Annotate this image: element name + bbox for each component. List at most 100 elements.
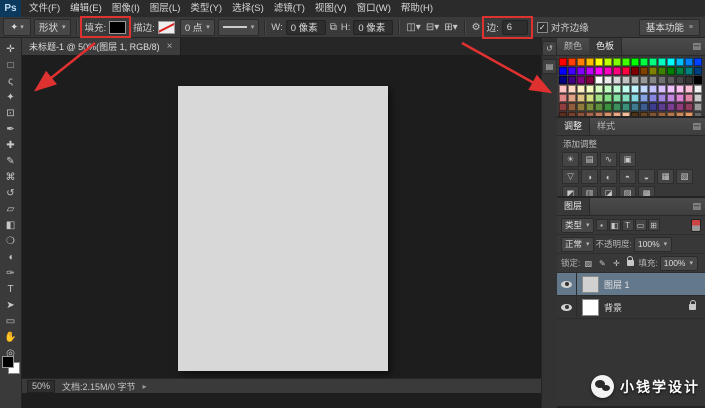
tool-move[interactable]: ✛ <box>1 41 21 57</box>
swatch[interactable] <box>586 85 594 93</box>
adjustment-vibrance-icon[interactable]: ▽ <box>562 169 579 184</box>
swatch[interactable] <box>658 67 666 75</box>
tool-path-selection[interactable]: ➤ <box>1 297 21 313</box>
tool-rectangle-shape[interactable]: ▭ <box>1 313 21 329</box>
tool-crop[interactable]: ⊡ <box>1 105 21 121</box>
adjustment-channel-mixer-icon[interactable]: ▦ <box>657 169 674 184</box>
lock-all-icon[interactable] <box>624 256 636 269</box>
swatch[interactable] <box>631 85 639 93</box>
layer-filter-kind-dropdown[interactable]: 类型 ▾ <box>561 217 594 233</box>
swatch[interactable] <box>640 76 648 84</box>
swatch[interactable] <box>577 76 585 84</box>
photoshop-logo[interactable]: Ps <box>0 0 21 17</box>
path-alignment-icon[interactable]: ⊟▾ <box>425 22 440 33</box>
collapsed-properties-panel-icon[interactable]: ▤ <box>542 59 557 74</box>
tab-adjustments[interactable]: 调整 <box>557 118 591 135</box>
swatch[interactable] <box>676 58 684 66</box>
swatch[interactable] <box>577 103 585 111</box>
height-field[interactable]: 0 像素 <box>353 19 394 35</box>
adjustment-exposure-icon[interactable]: ▣ <box>619 152 636 167</box>
adjustment-posterize-icon[interactable]: ▥ <box>581 186 598 196</box>
swatch[interactable] <box>622 58 630 66</box>
swatch[interactable] <box>613 85 621 93</box>
blend-mode-dropdown[interactable]: 正常 ▾ <box>561 236 594 252</box>
swatch[interactable] <box>640 103 648 111</box>
swatch[interactable] <box>577 58 585 66</box>
gear-icon[interactable]: ⚙ <box>471 22 482 33</box>
swatch[interactable] <box>631 67 639 75</box>
swatch[interactable] <box>559 85 567 93</box>
menu-item[interactable]: 选择(S) <box>227 0 269 17</box>
swatch[interactable] <box>595 103 603 111</box>
swatch[interactable] <box>658 85 666 93</box>
swatch[interactable] <box>568 58 576 66</box>
swatch[interactable] <box>640 94 648 102</box>
foreground-background-colors[interactable] <box>2 356 20 374</box>
adjustment-color-lookup-icon[interactable]: ▧ <box>676 169 693 184</box>
sides-field[interactable]: 6 <box>501 19 528 35</box>
tool-clone-stamp[interactable]: ⌘ <box>1 169 21 185</box>
swatch[interactable] <box>631 94 639 102</box>
swatch[interactable] <box>604 94 612 102</box>
swatch[interactable] <box>640 85 648 93</box>
swatch[interactable] <box>595 76 603 84</box>
swatch[interactable] <box>631 76 639 84</box>
workspace-switcher[interactable]: 基本功能 ≡ <box>638 18 700 36</box>
swatch[interactable] <box>694 58 702 66</box>
swatch[interactable] <box>613 103 621 111</box>
filter-adjustment-layers-icon[interactable]: ◧ <box>608 219 621 231</box>
zoom-level-field[interactable]: 50% <box>27 379 56 393</box>
tool-eraser[interactable]: ▱ <box>1 201 21 217</box>
swatch[interactable] <box>613 76 621 84</box>
swatch[interactable] <box>604 103 612 111</box>
swatch[interactable] <box>649 103 657 111</box>
swatch[interactable] <box>604 76 612 84</box>
document-tab[interactable]: 未标题-1 @ 50%(图层 1, RGB/8) × <box>22 38 181 55</box>
fill-color-swatch[interactable] <box>109 20 127 34</box>
filter-pixel-layers-icon[interactable]: ▪ <box>595 219 608 231</box>
swatch[interactable] <box>685 58 693 66</box>
adjustment-selective-color-icon[interactable]: ▩ <box>638 186 655 196</box>
swatch[interactable] <box>685 103 693 111</box>
adjustment-threshold-icon[interactable]: ◪ <box>600 186 617 196</box>
tool-history-brush[interactable]: ↺ <box>1 185 21 201</box>
swatch[interactable] <box>685 94 693 102</box>
swatch[interactable] <box>667 94 675 102</box>
panel-menu-icon[interactable]: ▤ <box>688 121 705 132</box>
swatch[interactable] <box>640 58 648 66</box>
adjustment-brightness-contrast-icon[interactable]: ☀ <box>562 152 579 167</box>
lock-transparency-icon[interactable]: ▨ <box>582 257 594 269</box>
lock-pixels-icon[interactable]: ✎ <box>596 257 608 269</box>
fill-opacity-dropdown[interactable]: 100% ▾ <box>659 255 698 271</box>
swatch[interactable] <box>613 94 621 102</box>
close-icon[interactable]: × <box>167 41 173 52</box>
swatch[interactable] <box>676 76 684 84</box>
swatch[interactable] <box>577 67 585 75</box>
tab-layers[interactable]: 图层 <box>557 198 591 215</box>
stroke-style-dropdown[interactable]: ▾ <box>217 18 260 36</box>
filter-type-layers-icon[interactable]: T <box>621 219 634 231</box>
menu-item[interactable]: 视图(V) <box>310 0 352 17</box>
swatch[interactable] <box>568 76 576 84</box>
layer-visibility-toggle[interactable] <box>557 273 577 295</box>
layer-row[interactable]: 背景 <box>557 296 705 319</box>
swatch[interactable] <box>577 85 585 93</box>
menu-item[interactable]: 滤镜(T) <box>269 0 310 17</box>
swatch[interactable] <box>568 94 576 102</box>
filter-shape-layers-icon[interactable]: ▭ <box>634 219 647 231</box>
swatch[interactable] <box>649 67 657 75</box>
swatch[interactable] <box>577 94 585 102</box>
tool-pen[interactable]: ✑ <box>1 265 21 281</box>
swatch[interactable] <box>667 58 675 66</box>
swatch[interactable] <box>631 103 639 111</box>
swatch[interactable] <box>694 94 702 102</box>
tool-type[interactable]: T <box>1 281 21 297</box>
swatch[interactable] <box>658 58 666 66</box>
swatch[interactable] <box>586 67 594 75</box>
collapsed-history-panel-icon[interactable]: ↺ <box>542 41 557 56</box>
swatch[interactable] <box>604 58 612 66</box>
adjustment-photo-filter-icon[interactable]: ◒ <box>638 169 655 184</box>
swatch[interactable] <box>649 76 657 84</box>
tool-spot-healing-brush[interactable]: ✚ <box>1 137 21 153</box>
opacity-dropdown[interactable]: 100% ▾ <box>633 236 672 252</box>
